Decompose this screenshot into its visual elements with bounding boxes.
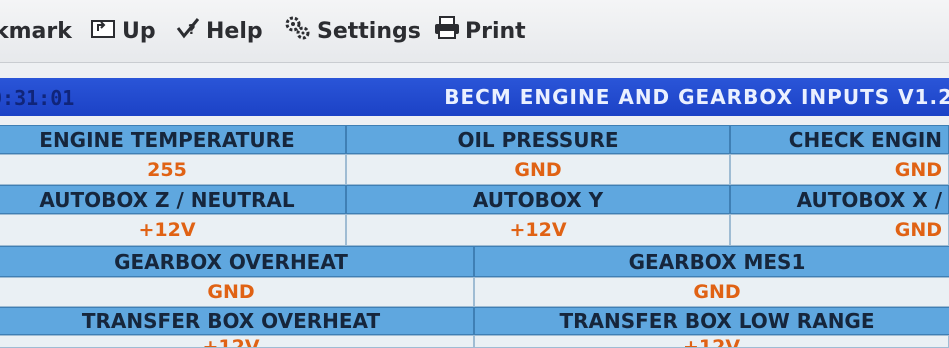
gearbox-overheat-value: GND (0, 277, 474, 307)
up-button[interactable]: Up (90, 16, 156, 46)
autobox-y-header: AUTOBOX Y (346, 185, 730, 214)
print-icon (433, 16, 461, 46)
settings-label: Settings (317, 18, 421, 44)
check-engine-value: GND (730, 154, 949, 185)
transfer-box-overheat-header: TRANSFER BOX OVERHEAT (0, 307, 474, 335)
autobox-x-value: GND (730, 214, 949, 246)
transfer-box-overheat-value: +12V (0, 335, 474, 348)
print-button[interactable]: Print (433, 16, 526, 46)
gearbox-mes1-header: GEARBOX MES1 (474, 246, 949, 277)
help-button[interactable]: ? Help (176, 16, 263, 46)
transfer-box-low-range-value: +12V (474, 335, 949, 348)
check-engine-header: CHECK ENGIN (730, 125, 949, 154)
autobox-x-header: AUTOBOX X / (730, 185, 949, 214)
title-bar: 0:31:01 BECM ENGINE AND GEARBOX INPUTS V… (0, 78, 949, 116)
toolbar: kmark Up ? Help Settings Print (0, 0, 949, 63)
engine-temperature-header: ENGINE TEMPERATURE (0, 125, 346, 154)
gearbox-overheat-header: GEARBOX OVERHEAT (0, 246, 474, 277)
bookmark-button[interactable]: kmark (0, 16, 72, 46)
autobox-z-neutral-header: AUTOBOX Z / NEUTRAL (0, 185, 346, 214)
settings-icon (283, 15, 313, 47)
autobox-z-neutral-value: +12V (0, 214, 346, 246)
autobox-y-value: +12V (346, 214, 730, 246)
bookmark-label: kmark (0, 18, 72, 44)
up-folder-icon (90, 16, 118, 46)
help-icon: ? (176, 16, 202, 46)
oil-pressure-header: OIL PRESSURE (346, 125, 730, 154)
svg-text:?: ? (188, 23, 196, 38)
gearbox-mes1-value: GND (474, 277, 949, 307)
settings-button[interactable]: Settings (283, 16, 421, 46)
up-label: Up (122, 18, 156, 44)
oil-pressure-value: GND (346, 154, 730, 185)
print-label: Print (465, 18, 526, 44)
help-label: Help (206, 18, 263, 44)
elapsed-time: 0:31:01 (0, 86, 75, 110)
page-title: BECM ENGINE AND GEARBOX INPUTS V1.2 (444, 85, 949, 109)
transfer-box-low-range-header: TRANSFER BOX LOW RANGE (474, 307, 949, 335)
engine-temperature-value: 255 (0, 154, 346, 185)
